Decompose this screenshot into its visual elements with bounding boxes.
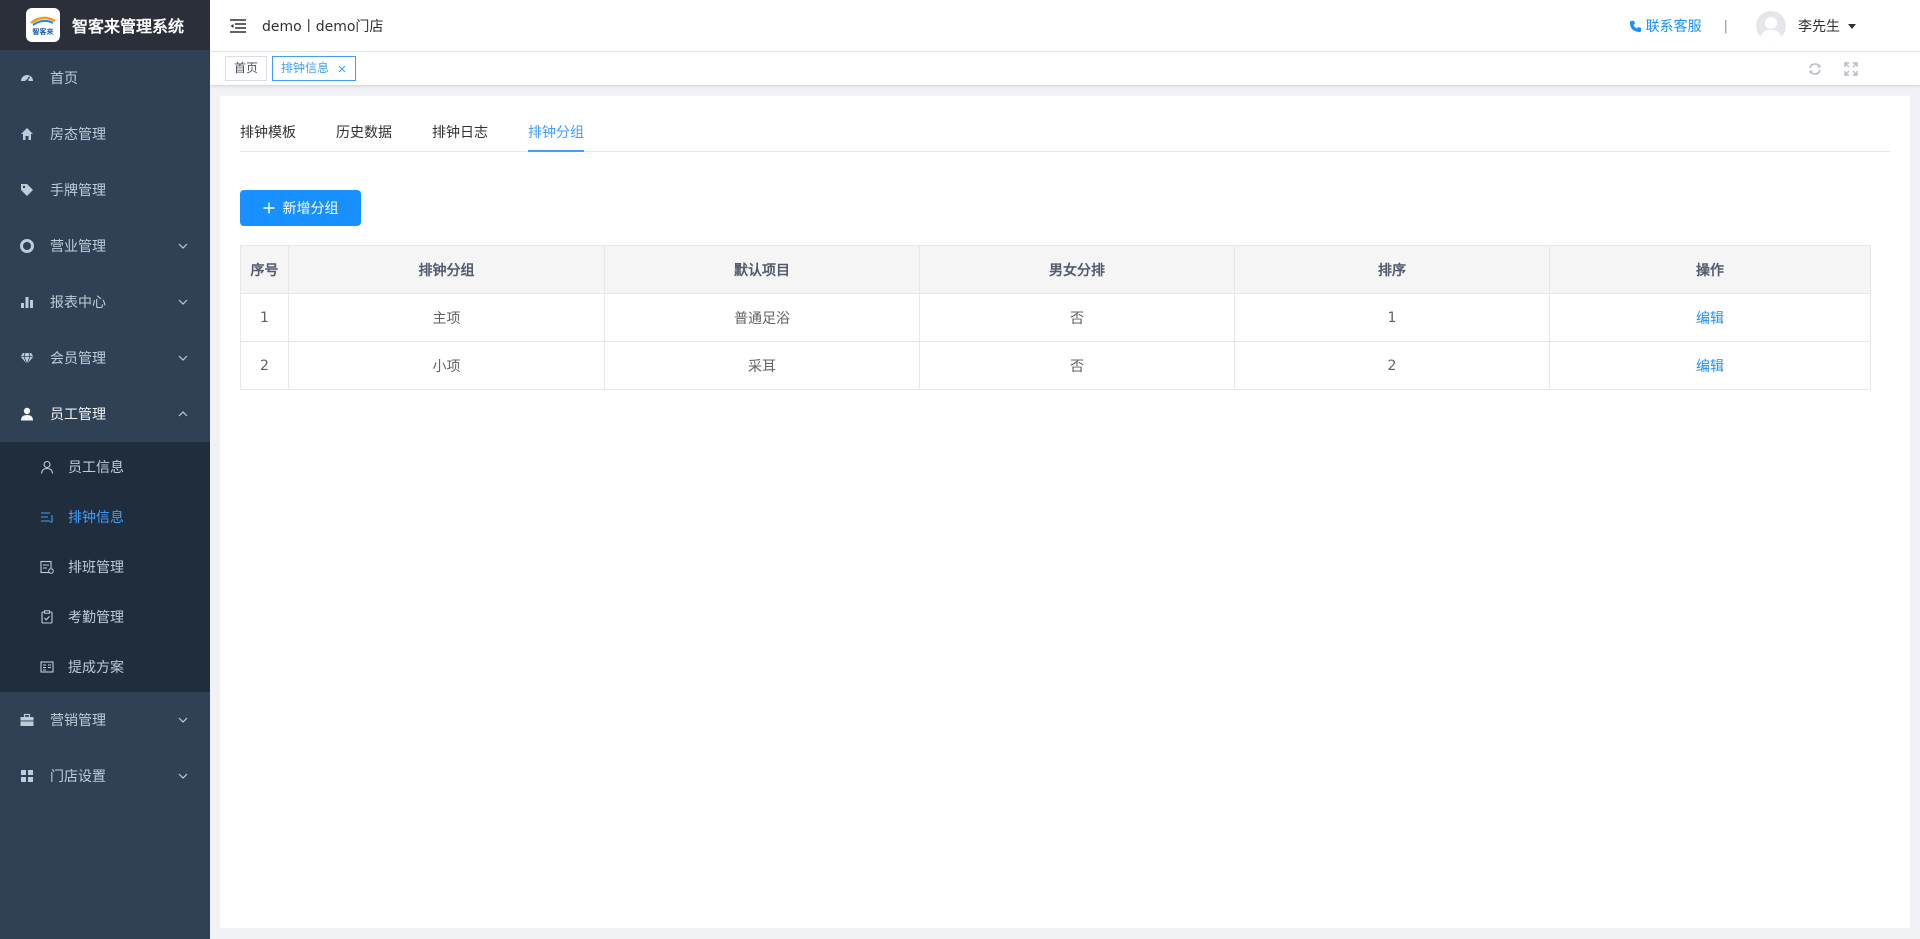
table-row: 1 主项 普通足浴 否 1 编辑 (240, 293, 1871, 342)
table-header-row: 序号 排钟分组 默认项目 男女分排 排序 操作 (240, 245, 1871, 294)
sidebar: 智客来 智客来管理系统 首页 房态管理 手牌管理 营业管理 报表中心 会员管理 … (0, 0, 210, 939)
cell-sort: 2 (1234, 341, 1550, 390)
sidebar-item-staff[interactable]: 员工管理 (0, 386, 210, 442)
tab-shift-log[interactable]: 排钟日志 (432, 122, 488, 152)
phone-icon (1629, 20, 1641, 32)
fullscreen-button[interactable] (1842, 60, 1860, 78)
clipboard-check-icon (40, 610, 54, 624)
chevron-down-icon (178, 773, 188, 779)
app-logo: 智客来 (26, 8, 60, 42)
tab-shift-groups[interactable]: 排钟分组 (528, 122, 584, 152)
edit-link[interactable]: 编辑 (1696, 311, 1724, 327)
schedule-icon (40, 560, 54, 574)
sidebar-item-marketing[interactable]: 营销管理 (0, 692, 210, 748)
tags-view: 首页 排钟信息 (210, 52, 1920, 86)
diamond-icon (20, 351, 34, 365)
chevron-down-icon (178, 717, 188, 723)
refresh-button[interactable] (1806, 60, 1824, 78)
avatar-placeholder-icon (1760, 17, 1782, 41)
bar-chart-icon (20, 295, 34, 309)
column-header-gender-split: 男女分排 (919, 245, 1235, 294)
sidebar-subitem-commission[interactable]: 提成方案 (0, 642, 210, 692)
store-name: demo丨demo门店 (262, 18, 384, 35)
tag-icon (20, 183, 34, 197)
sidebar-item-members[interactable]: 会员管理 (0, 330, 210, 386)
shift-group-table: 序号 排钟分组 默认项目 男女分排 排序 操作 1 主项 普通足浴 否 1 编辑… (240, 245, 1871, 390)
staff-submenu: 员工信息 排钟信息 排班管理 考勤管理 提成方案 (0, 442, 210, 692)
logo-bar: 智客来 智客来管理系统 (0, 0, 210, 50)
sidebar-item-hand-tags[interactable]: 手牌管理 (0, 162, 210, 218)
menu-fold-icon (230, 18, 246, 33)
navbar: demo丨demo门店 联系客服 | 李先生 (210, 0, 1920, 52)
app-title: 智客来管理系统 (72, 17, 185, 36)
grid-icon (20, 769, 34, 783)
document-icon (40, 660, 54, 674)
tab-active-indicator (528, 150, 584, 152)
chevron-down-icon (178, 299, 188, 305)
sidebar-subitem-staff-info[interactable]: 员工信息 (0, 442, 210, 492)
tag-home[interactable]: 首页 (225, 56, 268, 81)
list-icon (40, 510, 54, 524)
tab-history-data[interactable]: 历史数据 (336, 122, 392, 152)
cell-group: 小项 (288, 341, 605, 390)
cell-gender-split: 否 (919, 341, 1235, 390)
refresh-icon (1809, 63, 1821, 75)
sidebar-item-home[interactable]: 首页 (0, 50, 210, 106)
close-icon[interactable] (337, 64, 347, 74)
cell-default-item: 普通足浴 (604, 293, 920, 342)
person-outline-icon (40, 460, 54, 474)
column-header-default-item: 默认项目 (604, 245, 920, 294)
navbar-right: 联系客服 | 李先生 (1629, 0, 1920, 52)
column-header-sort: 排序 (1234, 245, 1550, 294)
sidebar-item-reports[interactable]: 报表中心 (0, 274, 210, 330)
chevron-down-icon (178, 243, 188, 249)
cell-group: 主项 (288, 293, 605, 342)
table-row: 2 小项 采耳 否 2 编辑 (240, 341, 1871, 390)
main-content: 排钟模板 历史数据 排钟日志 排钟分组 新增分组 序号 排钟分组 默认项目 男女… (220, 96, 1910, 928)
plus-icon (263, 202, 275, 214)
column-header-index: 序号 (240, 245, 289, 294)
fullscreen-icon (1844, 62, 1858, 76)
cell-sort: 1 (1234, 293, 1550, 342)
cell-index: 1 (240, 293, 289, 342)
sidebar-item-business[interactable]: 营业管理 (0, 218, 210, 274)
column-header-group: 排钟分组 (288, 245, 605, 294)
tabs: 排钟模板 历史数据 排钟日志 排钟分组 (240, 122, 1890, 152)
add-group-button[interactable]: 新增分组 (240, 190, 361, 226)
avatar[interactable] (1756, 11, 1786, 41)
user-icon (20, 407, 34, 421)
contact-support-link[interactable]: 联系客服 (1629, 16, 1702, 36)
sidebar-item-room-status[interactable]: 房态管理 (0, 106, 210, 162)
cell-default-item: 采耳 (604, 341, 920, 390)
home-icon (20, 127, 34, 141)
chevron-up-icon (178, 411, 188, 417)
tab-shift-template[interactable]: 排钟模板 (240, 122, 296, 152)
cell-gender-split: 否 (919, 293, 1235, 342)
caret-down-icon[interactable] (1848, 23, 1856, 29)
cell-actions: 编辑 (1549, 293, 1871, 342)
tag-shift-info[interactable]: 排钟信息 (272, 56, 357, 81)
navbar-separator: | (1723, 18, 1728, 34)
user-name[interactable]: 李先生 (1798, 16, 1840, 36)
cell-actions: 编辑 (1549, 341, 1871, 390)
cell-index: 2 (240, 341, 289, 390)
chevron-down-icon (178, 355, 188, 361)
sidebar-item-store-settings[interactable]: 门店设置 (0, 748, 210, 804)
sidebar-toggle-button[interactable] (228, 16, 248, 36)
dashboard-icon (20, 71, 34, 85)
svg-text:智客来: 智客来 (33, 27, 55, 36)
column-header-actions: 操作 (1549, 245, 1871, 294)
edit-link[interactable]: 编辑 (1696, 359, 1724, 375)
sidebar-subitem-shift-info[interactable]: 排钟信息 (0, 492, 210, 542)
lifebuoy-icon (20, 239, 34, 253)
sidebar-subitem-attendance[interactable]: 考勤管理 (0, 592, 210, 642)
sidebar-subitem-schedule[interactable]: 排班管理 (0, 542, 210, 592)
briefcase-icon (20, 713, 34, 727)
tags-view-tools (1788, 52, 1860, 86)
